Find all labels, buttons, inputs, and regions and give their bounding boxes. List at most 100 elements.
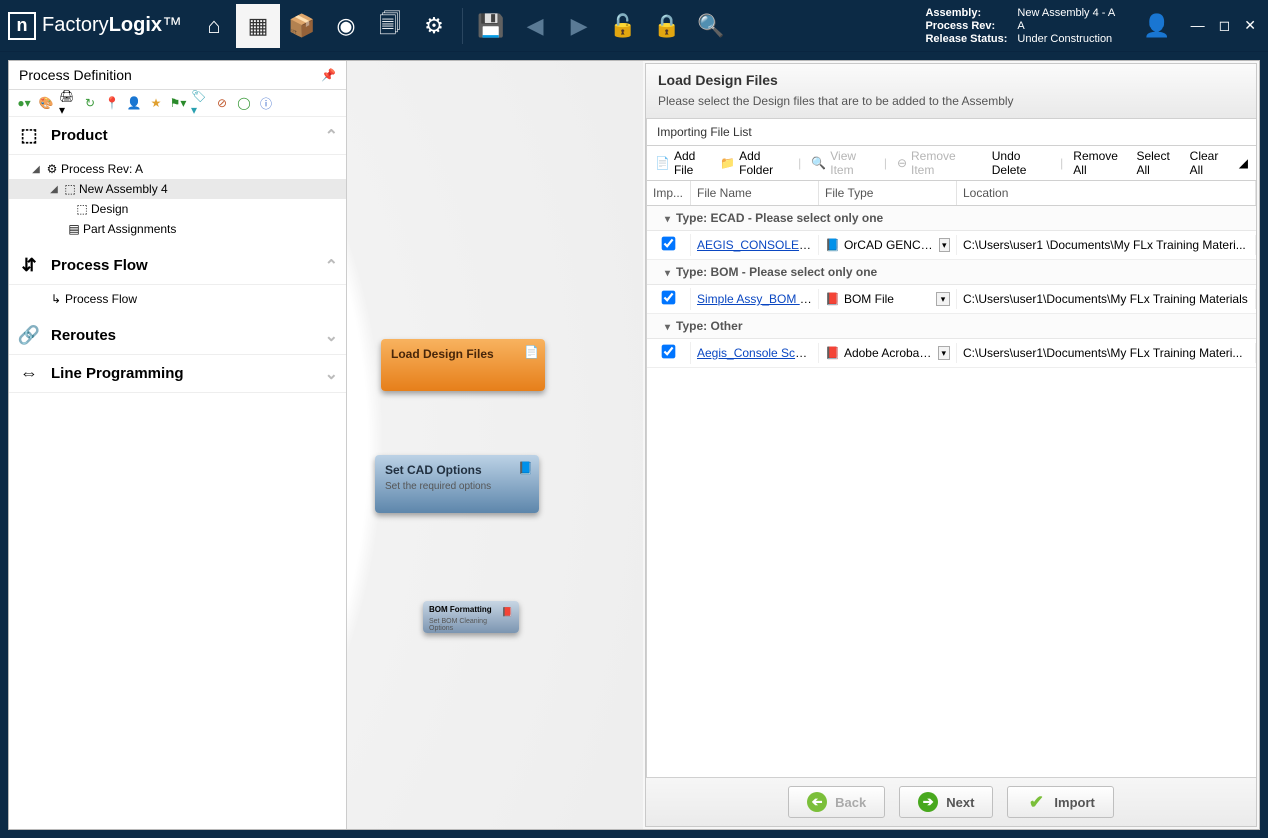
filetype-text: BOM File: [844, 292, 894, 306]
col-location[interactable]: Location: [957, 181, 1256, 205]
add-icon[interactable]: ●▾: [15, 94, 33, 112]
col-import[interactable]: Imp...: [647, 181, 691, 205]
section-line-programming[interactable]: ⇔ Line Programming ⌄: [9, 355, 346, 393]
maximize-button[interactable]: ◻: [1219, 17, 1231, 34]
cell-filename[interactable]: Aegis_Console Sche...: [691, 343, 819, 363]
close-button[interactable]: ✕: [1244, 17, 1256, 34]
dropdown-icon[interactable]: ▾: [938, 346, 950, 360]
cell-filename[interactable]: Simple Assy_BOM w...: [691, 289, 819, 309]
row-ecad[interactable]: AEGIS_CONSOLE(mo... 📘OrCAD GENCAD File▾ …: [647, 231, 1256, 260]
select-all-button[interactable]: Select All: [1136, 149, 1179, 177]
pin2-icon[interactable]: 📍: [103, 94, 121, 112]
col-filetype[interactable]: File Type: [819, 181, 957, 205]
card-set-cad-options[interactable]: Set CAD Options Set the required options…: [375, 455, 539, 513]
remove-all-button[interactable]: Remove All: [1073, 149, 1126, 177]
row-bom[interactable]: Simple Assy_BOM w... 📕BOM File▾ C:\Users…: [647, 285, 1256, 314]
flow-tree: ↳ Process Flow: [9, 285, 346, 317]
action-separator: |: [1060, 156, 1063, 170]
gear-small-icon: ⚙: [43, 162, 61, 176]
user-icon[interactable]: 👤: [1143, 13, 1170, 39]
assembly-info: Assembly: New Assembly 4 - A Process Rev…: [925, 7, 1115, 45]
flow-icon: ⇵: [17, 255, 41, 276]
cell-check[interactable]: [647, 288, 691, 310]
filename-link[interactable]: Simple Assy_BOM w...: [697, 292, 818, 306]
group-ecad[interactable]: Type: ECAD - Please select only one: [647, 206, 1256, 231]
save-icon[interactable]: 💾: [469, 4, 513, 48]
globe-icon[interactable]: ◉: [324, 4, 368, 48]
tree-process-rev[interactable]: ◢ ⚙ Process Rev: A: [9, 159, 346, 179]
row-other[interactable]: Aegis_Console Sche... 📕Adobe Acrobat Doc…: [647, 339, 1256, 368]
cell-filename[interactable]: AEGIS_CONSOLE(mo...: [691, 235, 819, 255]
filename-link[interactable]: Aegis_Console Sche...: [697, 346, 818, 360]
clear-all-button[interactable]: Clear All: [1190, 149, 1229, 177]
nav-fwd-icon[interactable]: ▶: [557, 4, 601, 48]
group-other[interactable]: Type: Other: [647, 314, 1256, 339]
back-button[interactable]: ➔ Back: [788, 786, 885, 818]
refresh-icon[interactable]: ↻: [81, 94, 99, 112]
back-label: Back: [835, 795, 866, 810]
cell-filetype[interactable]: 📕Adobe Acrobat Doc▾: [819, 343, 957, 363]
tree-part-assignments[interactable]: ▤ Part Assignments: [9, 219, 346, 239]
cell-filetype[interactable]: 📕BOM File▾: [819, 289, 957, 309]
import-checkbox[interactable]: [662, 345, 676, 359]
print-icon[interactable]: 🖨▾: [59, 94, 77, 112]
lock-icon[interactable]: 🔒: [645, 4, 689, 48]
inspect-icon[interactable]: 🔍: [689, 4, 733, 48]
tree-design[interactable]: ⬚ Design: [9, 199, 346, 219]
col-filename[interactable]: File Name: [691, 181, 819, 205]
undo-label: Undo Delete: [992, 149, 1050, 177]
group-bom[interactable]: Type: BOM - Please select only one: [647, 260, 1256, 285]
palette-icon[interactable]: 🎨: [37, 94, 55, 112]
section-process-flow[interactable]: ⇵ Process Flow ⌃: [9, 247, 346, 285]
card-load-design-files[interactable]: Load Design Files 📄: [381, 339, 545, 391]
tree-new-assembly[interactable]: ◢ ⬚ New Assembly 4: [9, 179, 346, 199]
star-icon[interactable]: ★: [147, 94, 165, 112]
line-icon: ⇔: [17, 363, 41, 384]
dropdown-icon[interactable]: ▾: [936, 292, 950, 306]
flag-icon[interactable]: ⚑▾: [169, 94, 187, 112]
add-folder-button[interactable]: 📁 Add Folder: [720, 149, 788, 177]
tree-flow-item[interactable]: ↳ Process Flow: [9, 289, 346, 309]
unlock-icon[interactable]: 🔓: [601, 4, 645, 48]
wizard-title: Load Design Files: [658, 72, 1244, 88]
filename-link[interactable]: AEGIS_CONSOLE(mo...: [697, 238, 819, 252]
cell-check[interactable]: [647, 234, 691, 256]
card-bom-title: BOM Formatting: [429, 605, 513, 614]
import-checkbox[interactable]: [662, 237, 676, 251]
tag-icon[interactable]: 🏷▾: [191, 94, 209, 112]
import-checkbox[interactable]: [662, 291, 676, 305]
home-icon[interactable]: ⌂: [192, 4, 236, 48]
info-icon[interactable]: ⓘ: [257, 94, 275, 112]
minimize-button[interactable]: —: [1191, 17, 1205, 34]
caret-icon: ◢: [29, 164, 43, 175]
add-file-label: Add File: [674, 149, 710, 177]
titlebar: n FactoryLogix™ ⌂ ▦ 📦 ◉ 🗐 ⚙ 💾 ◀ ▶ 🔓 🔒 🔍 …: [0, 0, 1268, 52]
card-bom-formatting[interactable]: BOM Formatting Set BOM Cleaning Options …: [423, 601, 519, 633]
chevron-down-icon: ⌄: [325, 326, 338, 346]
import-button[interactable]: ✔ Import: [1007, 786, 1113, 818]
undo-delete-button[interactable]: Undo Delete: [992, 149, 1050, 177]
stop-icon[interactable]: ⊘: [213, 94, 231, 112]
tree-part-assignments-label: Part Assignments: [83, 222, 176, 236]
chevron-up-icon: ⌃: [325, 126, 338, 146]
grid-title: Importing File List: [647, 119, 1256, 146]
panel-title: Process Definition: [19, 67, 132, 83]
ok-icon[interactable]: ◯: [235, 94, 253, 112]
section-line-label: Line Programming: [51, 365, 184, 382]
gear-icon[interactable]: ⚙: [412, 4, 456, 48]
grid-edit-icon[interactable]: ▦: [236, 4, 280, 48]
status-label: Release Status:: [925, 33, 1007, 45]
section-product[interactable]: ⬚ Product ⌃: [9, 117, 346, 155]
package-icon[interactable]: 📦: [280, 4, 324, 48]
dropdown-icon[interactable]: ▾: [939, 238, 950, 252]
nav-back-icon[interactable]: ◀: [513, 4, 557, 48]
person-icon[interactable]: 👤: [125, 94, 143, 112]
section-reroutes[interactable]: 🔗 Reroutes ⌄: [9, 317, 346, 355]
pin-icon[interactable]: 📌: [321, 68, 336, 82]
cell-check[interactable]: [647, 342, 691, 364]
report-icon[interactable]: 🗐: [368, 4, 412, 48]
cell-filetype[interactable]: 📘OrCAD GENCAD File▾: [819, 235, 957, 255]
check-icon: ✔: [1026, 792, 1046, 812]
next-button[interactable]: ➔ Next: [899, 786, 993, 818]
add-file-button[interactable]: 📄 Add File: [655, 149, 710, 177]
